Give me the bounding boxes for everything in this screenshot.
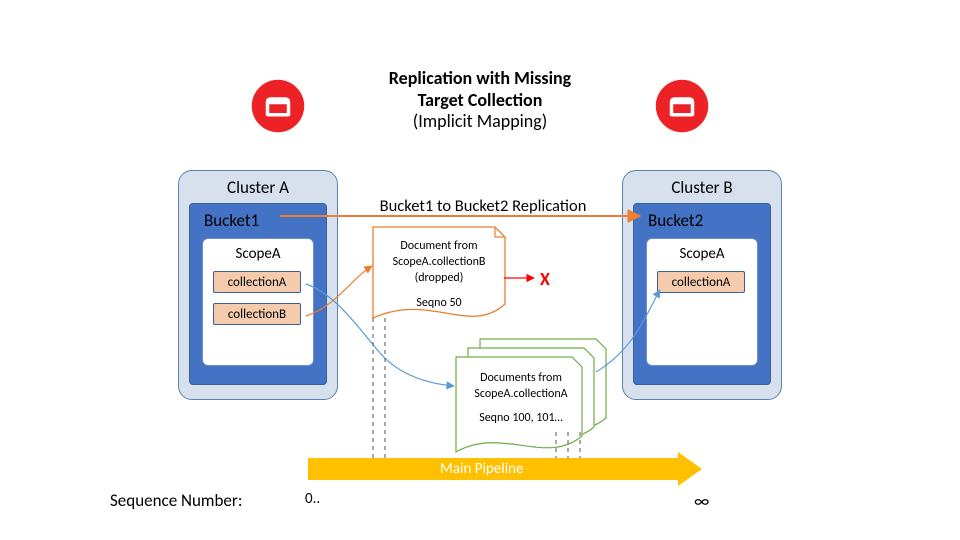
sequence-label: Sequence Number: [110,490,242,511]
diagram-stage: Replication with Missing Target Collecti… [0,0,960,540]
axis-end: ∞ [694,490,709,512]
connectors [0,0,960,540]
dropped-x-icon: X [540,268,550,290]
pipeline-label: Main Pipeline [440,460,524,478]
axis-start: 0.. [305,490,320,508]
